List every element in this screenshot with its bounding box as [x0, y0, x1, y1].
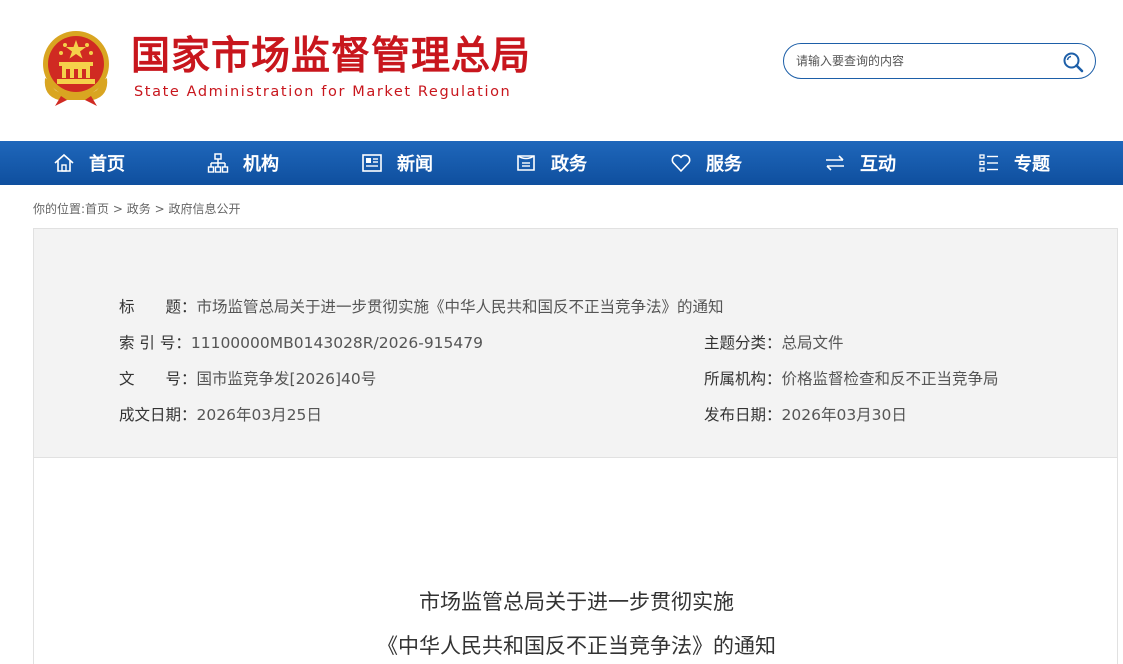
metadata-docno-label: 文 号：: [119, 370, 197, 388]
main-nav: 首页 机构 新闻 政务 服务 互动 专题: [0, 141, 1123, 185]
home-icon: [53, 152, 75, 174]
metadata-category-label: 主题分类：: [704, 334, 782, 352]
metadata-published-label: 发布日期：: [704, 406, 782, 424]
nav-label-home: 首页: [89, 154, 125, 175]
nav-item-organization[interactable]: 机构: [207, 141, 279, 185]
nav-item-government-affairs[interactable]: 政务: [515, 141, 587, 185]
document-title-line-2: 《中华人民共和国反不正当竞争法》的通知: [377, 634, 776, 658]
breadcrumb-link-home[interactable]: 首页: [85, 202, 109, 216]
search-box: [783, 43, 1096, 79]
org-chart-icon: [207, 152, 229, 174]
heart-icon: [670, 152, 692, 174]
breadcrumb-separator: >: [150, 202, 169, 216]
nav-item-interaction[interactable]: 互动: [824, 141, 896, 185]
nav-label-news: 新闻: [397, 154, 433, 175]
newspaper-icon: [361, 152, 383, 174]
metadata-created-value: 2026年03月25日: [196, 406, 322, 424]
document-title-line-1: 市场监管总局关于进一步贯彻实施: [419, 590, 734, 614]
national-emblem-icon: [43, 31, 109, 106]
metadata-index-value: 11100000MB0143028R/2026-915479: [190, 334, 483, 352]
metadata-category-row: 主题分类：总局文件: [704, 333, 844, 353]
metadata-created-row: 成文日期：2026年03月25日: [119, 405, 322, 425]
breadcrumb-separator: >: [109, 202, 127, 216]
document-icon: [515, 152, 537, 174]
breadcrumb: 你的位置:首页 > 政务 > 政府信息公开: [33, 200, 240, 217]
metadata-title-row: 标 题：市场监管总局关于进一步贯彻实施《中华人民共和国反不正当竞争法》的通知: [119, 297, 724, 317]
breadcrumb-prefix: 你的位置:: [33, 202, 86, 216]
nav-item-home[interactable]: 首页: [53, 141, 125, 185]
nav-label-organization: 机构: [243, 154, 279, 175]
document-metadata-panel: 标 题：市场监管总局关于进一步贯彻实施《中华人民共和国反不正当竞争法》的通知 索…: [33, 228, 1118, 458]
nav-label-services: 服务: [706, 154, 742, 175]
search-icon[interactable]: [1061, 50, 1085, 74]
metadata-docno-value: 国市监竞争发[2026]40号: [196, 370, 377, 388]
exchange-icon: [824, 152, 846, 174]
nav-label-government-affairs: 政务: [551, 154, 587, 175]
nav-item-services[interactable]: 服务: [670, 141, 742, 185]
metadata-created-label: 成文日期：: [119, 406, 197, 424]
search-input[interactable]: [796, 51, 1046, 71]
metadata-department-label: 所属机构：: [704, 370, 782, 388]
metadata-category-value: 总局文件: [781, 334, 844, 352]
site-header: 国家市场监督管理总局 State Administration for Mark…: [0, 0, 1123, 141]
breadcrumb-link-government-affairs[interactable]: 政务: [127, 202, 151, 216]
nav-label-interaction: 互动: [860, 154, 896, 175]
document-content: 市场监管总局关于进一步贯彻实施 《中华人民共和国反不正当竞争法》的通知: [33, 458, 1118, 664]
metadata-department-value: 价格监督检查和反不正当竞争局: [781, 370, 999, 388]
nav-label-topics: 专题: [1014, 154, 1050, 175]
site-title-english: State Administration for Market Regulati…: [134, 84, 512, 100]
site-title: 国家市场监督管理总局: [131, 34, 532, 79]
breadcrumb-link-government-info[interactable]: 政府信息公开: [168, 202, 240, 216]
metadata-title-value: 市场监管总局关于进一步贯彻实施《中华人民共和国反不正当竞争法》的通知: [196, 298, 724, 316]
metadata-published-row: 发布日期：2026年03月30日: [704, 405, 907, 425]
nav-item-topics[interactable]: 专题: [978, 141, 1050, 185]
metadata-index-label: 索 引 号：: [119, 334, 191, 352]
metadata-department-row: 所属机构：价格监督检查和反不正当竞争局: [704, 369, 999, 389]
metadata-docno-row: 文 号：国市监竞争发[2026]40号: [119, 369, 376, 389]
list-icon: [978, 152, 1000, 174]
nav-item-news[interactable]: 新闻: [361, 141, 433, 185]
metadata-title-label: 标 题：: [119, 298, 197, 316]
metadata-index-row: 索 引 号：11100000MB0143028R/2026-915479: [119, 333, 483, 353]
metadata-published-value: 2026年03月30日: [781, 406, 907, 424]
